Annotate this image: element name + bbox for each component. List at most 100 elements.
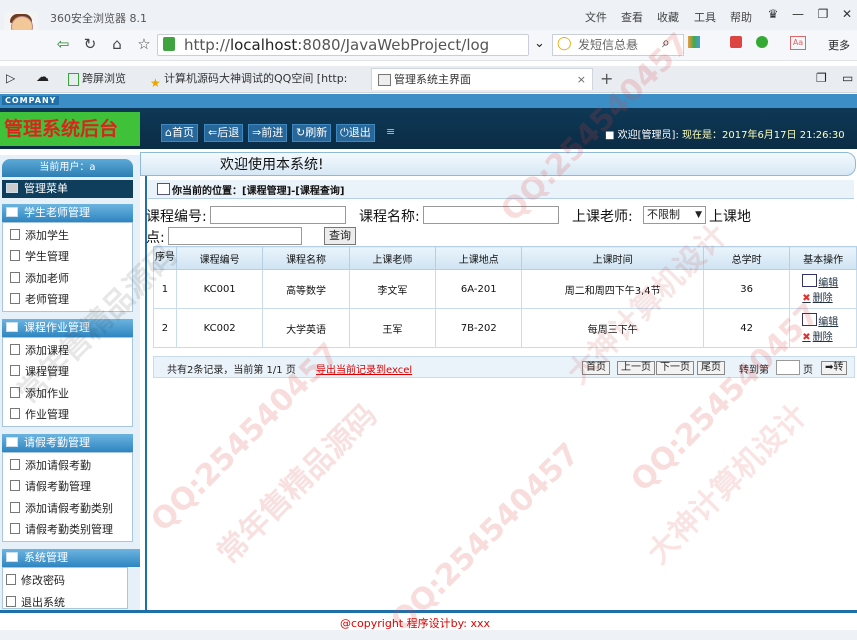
goto-page-input[interactable]: [776, 360, 800, 375]
group-student-teacher[interactable]: 学生老师管理: [2, 204, 133, 222]
teacher-select[interactable]: 不限制 ▼: [643, 206, 706, 224]
tab-cross-screen[interactable]: 跨屏浏览: [64, 68, 134, 90]
first-page-button[interactable]: 首页: [582, 361, 610, 375]
tab-admin-main[interactable]: 管理系统主界面 ×: [371, 68, 593, 90]
home-button[interactable]: ⌂首页: [161, 124, 198, 142]
search-engine-icon[interactable]: ◯: [557, 36, 572, 51]
document-icon: [10, 502, 20, 513]
cell-no: 1: [153, 269, 177, 309]
edit-icon: [802, 313, 818, 326]
translate-icon[interactable]: Aa: [790, 36, 806, 50]
course-no-label: 课程编号:: [146, 209, 207, 225]
tab-menu-icon[interactable]: ▭: [842, 71, 853, 85]
refresh-button[interactable]: ↻刷新: [292, 124, 332, 142]
maximize-icon[interactable]: ❐: [812, 6, 834, 22]
edit-link[interactable]: 编辑: [802, 274, 856, 289]
folder-icon: [6, 552, 18, 562]
delete-link[interactable]: ✖ 删除: [802, 328, 856, 343]
group-course-homework[interactable]: 课程作业管理: [2, 319, 133, 337]
sidebar-item-leave-type-manage[interactable]: 请假考勤类别管理: [10, 521, 113, 537]
sidebar-item-add-leave[interactable]: 添加请假考勤: [10, 457, 91, 473]
apps-icon[interactable]: [688, 36, 700, 48]
back-button[interactable]: ⇐后退: [204, 124, 244, 142]
export-excel-link[interactable]: 导出当前记录到excel: [316, 361, 412, 376]
minimize-icon[interactable]: —: [787, 6, 809, 22]
sidebar-item-student-manage[interactable]: 学生管理: [10, 248, 69, 264]
sidebar-toggle-icon[interactable]: ▷: [6, 71, 15, 85]
prev-page-button[interactable]: 上一页: [617, 361, 655, 375]
sidebar-item-add-student[interactable]: 添加学生: [10, 227, 69, 243]
sidebar-item-add-teacher[interactable]: 添加老师: [10, 270, 69, 286]
new-tab-icon[interactable]: +: [600, 69, 613, 88]
last-page-button[interactable]: 尾页: [697, 361, 725, 375]
menu-file[interactable]: 文件: [585, 9, 607, 25]
security-icon[interactable]: [756, 36, 768, 48]
sidebar-item-change-password[interactable]: 修改密码: [6, 572, 65, 588]
page-icon: [378, 74, 391, 86]
refresh-icon[interactable]: ↻: [81, 35, 99, 53]
extension-icon[interactable]: [730, 36, 742, 48]
search-input[interactable]: 发短信总悬: [578, 36, 638, 53]
more-menu[interactable]: 更多: [828, 37, 850, 53]
skin-icon[interactable]: ♛: [762, 6, 784, 22]
welcome-user: ■ 欢迎[管理员]: 现在是：2017年6月17日 21:26:30: [605, 130, 845, 141]
tab-qq-space[interactable]: ★ 计算机源码大神调试的QQ空间 [http:: [146, 68, 362, 90]
folder-icon: [6, 207, 18, 217]
group-leave-attendance[interactable]: 请假考勤管理: [2, 434, 133, 452]
home-icon[interactable]: ⌂: [108, 35, 126, 53]
cell-teacher: 王军: [348, 308, 437, 348]
sidebar-item-add-leave-type[interactable]: 添加请假考勤类别: [10, 500, 113, 516]
star-icon[interactable]: ☆: [135, 35, 153, 53]
sidebar-item-homework-manage[interactable]: 作业管理: [10, 406, 69, 422]
grid-icon: [6, 183, 18, 193]
menu-view[interactable]: 查看: [621, 9, 643, 25]
close-tab-icon[interactable]: ×: [577, 69, 586, 90]
close-icon[interactable]: ✕: [836, 6, 857, 22]
place-input[interactable]: [168, 227, 302, 245]
document-icon: [10, 250, 20, 261]
sidebar-item-leave-manage[interactable]: 请假考勤管理: [10, 478, 91, 494]
menu-favorites[interactable]: 收藏: [657, 9, 679, 25]
group-system[interactable]: 系统管理: [2, 549, 140, 567]
next-page-button[interactable]: 下一页: [656, 361, 694, 375]
col-header: 课程名称: [262, 246, 350, 270]
course-no-input[interactable]: [210, 206, 346, 224]
sidebar-item-teacher-manage[interactable]: 老师管理: [10, 291, 69, 307]
menu-tools[interactable]: 工具: [694, 9, 716, 25]
document-icon: [10, 272, 20, 283]
goto-button[interactable]: ➡转: [821, 361, 848, 375]
sidebar-item-add-course[interactable]: 添加课程: [10, 342, 69, 358]
delete-link[interactable]: ✖ 删除: [802, 289, 856, 304]
menu-title: 管理菜单: [2, 180, 133, 198]
cell-code: KC002: [175, 308, 264, 348]
course-name-input[interactable]: [423, 206, 559, 224]
col-header: 课程编号: [175, 246, 264, 270]
sidebar-item-logout[interactable]: 退出系统: [6, 594, 65, 610]
restore-tab-icon[interactable]: ❐: [816, 71, 827, 85]
table-icon: [157, 183, 170, 195]
document-icon: [10, 229, 20, 240]
document-icon: [10, 344, 20, 355]
star-icon: ★: [150, 76, 161, 90]
sidebar-item-course-manage[interactable]: 课程管理: [10, 363, 69, 379]
company-logo: COMPANY: [2, 96, 60, 105]
forward-button[interactable]: ⇒前进: [248, 124, 288, 142]
query-button[interactable]: 查询: [324, 227, 356, 245]
breadcrumb: 你当前的位置：[课程管理]-[课程查询]: [172, 186, 345, 197]
back-icon[interactable]: ⇦: [54, 35, 72, 53]
cell-actions: 编辑 ✖ 删除: [789, 308, 857, 348]
edit-link[interactable]: 编辑: [802, 313, 856, 328]
document-icon: [10, 523, 20, 534]
sidebar-item-add-homework[interactable]: 添加作业: [10, 385, 69, 401]
logout-button[interactable]: ⏻退出: [336, 124, 375, 142]
tab-label: 管理系统主界面: [394, 73, 471, 86]
document-icon: [10, 387, 20, 398]
search-icon[interactable]: ⌕: [662, 35, 670, 51]
menu-help[interactable]: 帮助: [730, 9, 752, 25]
cell-no: 2: [153, 308, 177, 348]
cloud-icon[interactable]: ☁: [36, 70, 49, 85]
address-url[interactable]: http://localhost:8080/JavaWebProject/log…: [184, 36, 489, 54]
chevron-down-icon[interactable]: ⌄: [534, 36, 545, 51]
menu-icon: ≡: [386, 125, 396, 138]
browser-statusbar: [0, 630, 857, 640]
